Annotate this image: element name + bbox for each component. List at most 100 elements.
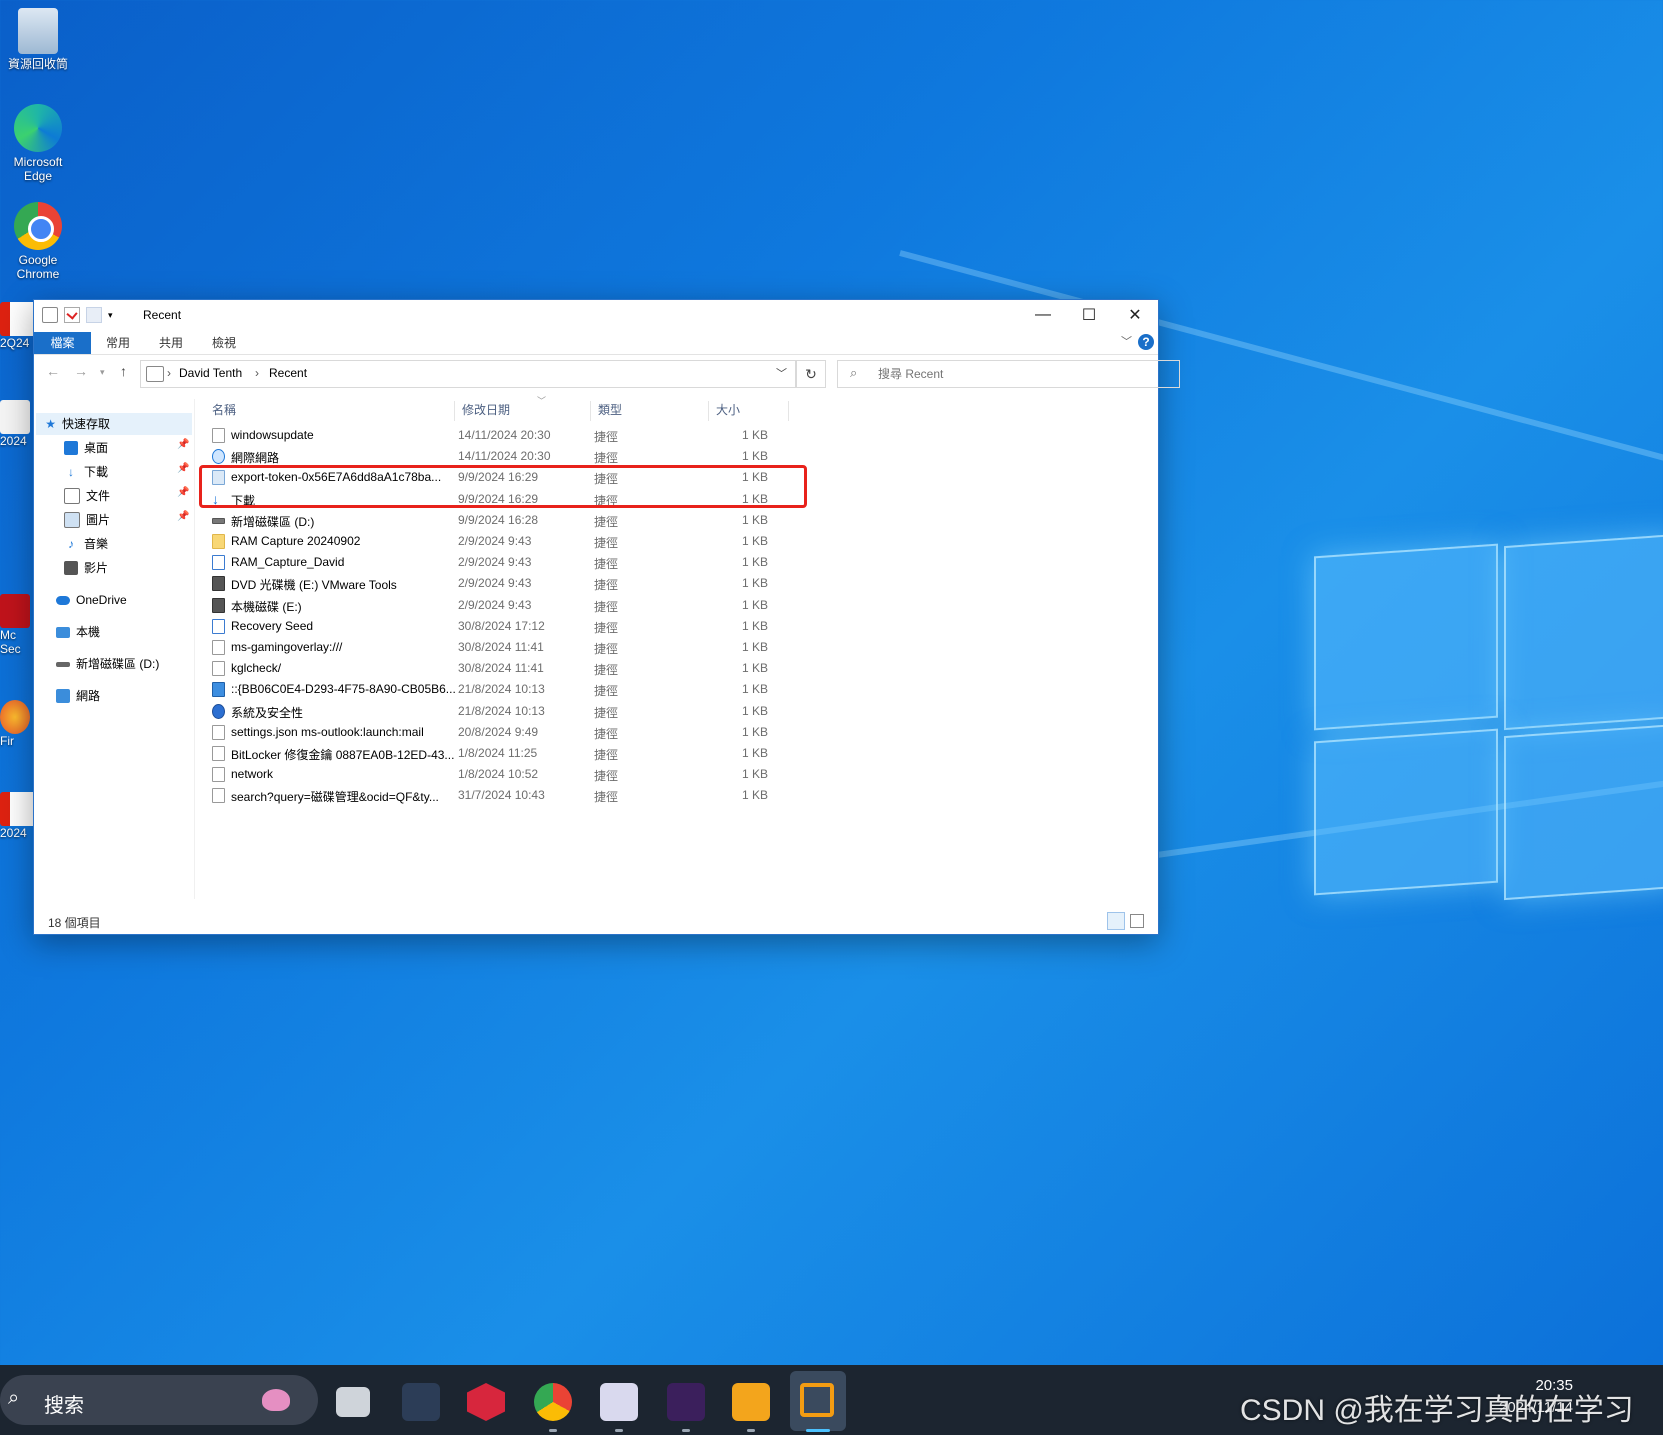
orange-pen-app-icon[interactable] bbox=[732, 1383, 770, 1421]
desktop-icon-partial[interactable]: 2024 bbox=[0, 792, 40, 840]
properties-icon[interactable] bbox=[64, 307, 80, 323]
file-row[interactable]: BitLocker 修復金鑰 0887EA0B-12ED-43... 1/8/20… bbox=[204, 743, 804, 764]
highlight-annotation-box bbox=[199, 465, 807, 508]
desktop-icon-partial[interactable]: 2024 bbox=[0, 400, 36, 448]
nav-item-quick-access[interactable]: ★ 快速存取 bbox=[36, 413, 192, 435]
desktop-icon-edge[interactable]: Microsoft Edge bbox=[0, 104, 76, 183]
expand-ribbon-chevron-icon[interactable]: ﹀ bbox=[1121, 333, 1132, 349]
column-separator[interactable] bbox=[708, 401, 709, 421]
nav-item-network[interactable]: 網路 bbox=[56, 685, 100, 707]
large-icons-view-icon[interactable] bbox=[1130, 914, 1144, 928]
file-row[interactable]: settings.json ms-outlook:launch:mail 20/8… bbox=[204, 722, 804, 743]
file-row[interactable]: network 1/8/2024 10:52 捷徑 1 KB bbox=[204, 764, 804, 785]
address-dropdown-chevron-icon[interactable]: ﹀ bbox=[776, 365, 787, 381]
file-date: 30/8/2024 17:12 bbox=[458, 618, 545, 633]
column-header-size[interactable]: 大小 bbox=[716, 399, 740, 421]
hexagon-app-icon[interactable] bbox=[467, 1383, 505, 1421]
star-icon: ★ bbox=[45, 417, 56, 431]
file-row[interactable]: search?query=磁碟管理&ocid=QF&ty... 31/7/2024… bbox=[204, 785, 804, 806]
file-row[interactable]: windowsupdate 14/11/2024 20:30 捷徑 1 KB bbox=[204, 425, 804, 446]
desktop-icon-partial[interactable]: 2Q24 bbox=[0, 302, 40, 350]
refresh-button[interactable]: ↻ bbox=[796, 360, 826, 388]
help-icon[interactable]: ? bbox=[1138, 334, 1154, 350]
tab-home[interactable]: 常用 bbox=[92, 332, 144, 354]
search-box[interactable]: ⌕ bbox=[837, 360, 1180, 388]
nav-label: 音樂 bbox=[84, 537, 109, 551]
breadcrumb-separator[interactable]: › bbox=[255, 366, 259, 380]
column-header-type[interactable]: 類型 bbox=[598, 399, 622, 421]
taskbar-search[interactable]: ⌕ 搜索 bbox=[0, 1375, 318, 1425]
file-size: 1 KB bbox=[741, 576, 768, 591]
close-button[interactable]: ✕ bbox=[1112, 300, 1158, 330]
breadcrumb-item[interactable]: David Tenth bbox=[179, 366, 242, 380]
desktop-icon-chrome[interactable]: Google Chrome bbox=[0, 202, 76, 281]
column-header-name[interactable]: 名稱 bbox=[212, 399, 236, 421]
file-size: 1 KB bbox=[741, 534, 768, 548]
file-name: RAM Capture 20240902 bbox=[231, 534, 361, 548]
file-row[interactable]: 本機磁碟 (E:) 2/9/2024 9:43 捷徑 1 KB bbox=[204, 595, 804, 616]
search-input[interactable] bbox=[876, 364, 1170, 384]
file-size: 1 KB bbox=[741, 703, 768, 718]
file-size: 1 KB bbox=[741, 597, 768, 612]
file-row[interactable]: 系統及安全性 21/8/2024 10:13 捷徑 1 KB bbox=[204, 701, 804, 722]
new-folder-icon[interactable] bbox=[86, 307, 102, 323]
nav-item-drive-d[interactable]: 新增磁碟區 (D:) bbox=[56, 653, 159, 675]
column-separator[interactable] bbox=[454, 401, 455, 421]
edge-icon bbox=[14, 104, 62, 152]
minimize-button[interactable]: — bbox=[1020, 300, 1066, 330]
breadcrumb-item[interactable]: Recent bbox=[269, 366, 307, 380]
desktop-icon-partial[interactable]: Fir bbox=[0, 700, 36, 748]
column-separator[interactable] bbox=[590, 401, 591, 421]
magnifier-app-icon[interactable] bbox=[600, 1383, 638, 1421]
nav-item-pictures[interactable]: 圖片 bbox=[64, 509, 110, 531]
file-row[interactable]: 新增磁碟區 (D:) 9/9/2024 16:28 捷徑 1 KB bbox=[204, 510, 804, 531]
back-arrow-icon[interactable]: ← bbox=[46, 363, 60, 379]
up-arrow-icon[interactable]: ↑ bbox=[120, 363, 127, 379]
vmware-app-button[interactable] bbox=[790, 1371, 846, 1431]
file-row[interactable]: ms-gamingoverlay:/// 30/8/2024 11:41 捷徑 1 K… bbox=[204, 637, 804, 658]
forward-arrow-icon[interactable]: → bbox=[74, 363, 88, 379]
file-type: 捷徑 bbox=[594, 536, 619, 550]
tab-file[interactable]: 檔案 bbox=[34, 332, 91, 354]
address-bar[interactable]: › David Tenth › Recent ﹀ bbox=[140, 360, 796, 388]
cat-app-icon[interactable] bbox=[402, 1383, 440, 1421]
nav-item-desktop[interactable]: 桌面 bbox=[64, 437, 108, 459]
column-header-date[interactable]: 修改日期 bbox=[462, 399, 510, 421]
vmware-icon bbox=[212, 576, 225, 592]
file-size: 1 KB bbox=[741, 449, 768, 464]
file-row[interactable]: RAM Capture 20240902 2/9/2024 9:43 捷徑 1 KB bbox=[204, 531, 804, 552]
desktop-icon-label: 2Q24 bbox=[0, 336, 30, 350]
nav-item-videos[interactable]: 影片 bbox=[64, 557, 108, 579]
maximize-button[interactable]: ☐ bbox=[1066, 300, 1112, 330]
file-row[interactable]: DVD 光碟機 (E:) VMware Tools 2/9/2024 9:43 捷徑… bbox=[204, 573, 804, 594]
nav-item-onedrive[interactable]: OneDrive bbox=[56, 589, 127, 611]
tab-view[interactable]: 檢視 bbox=[198, 332, 250, 354]
tab-share[interactable]: 共用 bbox=[145, 332, 197, 354]
file-row[interactable]: RAM_Capture_David 2/9/2024 9:43 捷徑 1 KB bbox=[204, 552, 804, 573]
firefox-icon bbox=[0, 700, 30, 734]
pen-app-icon[interactable] bbox=[667, 1383, 705, 1421]
nav-item-documents[interactable]: 文件 bbox=[64, 485, 110, 507]
nav-item-downloads[interactable]: ↓ 下載 bbox=[64, 461, 108, 483]
customize-qa-chevron-icon[interactable]: ▾ bbox=[108, 308, 116, 322]
file-name: BitLocker 修復金鑰 0887EA0B-12ED-43... bbox=[231, 748, 455, 762]
file-icon bbox=[212, 428, 225, 443]
desktop-icon-recycle-bin[interactable]: 資源回收筒 bbox=[0, 8, 76, 71]
file-row[interactable]: Recovery Seed 30/8/2024 17:12 捷徑 1 KB bbox=[204, 616, 804, 637]
nav-item-music[interactable]: ♪ 音樂 bbox=[64, 533, 108, 555]
column-separator[interactable] bbox=[788, 401, 789, 421]
file-row[interactable]: ::{BB06C0E4-D293-4F75-8A90-CB05B6... 21/8… bbox=[204, 679, 804, 700]
file-row[interactable]: kglcheck/30/8/2024 11:41 捷徑 1 KB bbox=[204, 658, 804, 679]
file-icon bbox=[0, 400, 30, 434]
task-view-icon[interactable] bbox=[336, 1387, 370, 1417]
chrome-icon[interactable] bbox=[534, 1383, 572, 1421]
search-icon: ⌕ bbox=[8, 1387, 20, 1409]
nav-label: 網路 bbox=[76, 689, 101, 703]
details-view-icon[interactable] bbox=[1107, 912, 1125, 930]
breadcrumb-separator: › bbox=[167, 366, 171, 380]
nav-item-this-pc[interactable]: 本機 bbox=[56, 621, 100, 643]
recent-locations-chevron-icon[interactable]: ▾ bbox=[100, 367, 105, 378]
file-icon bbox=[212, 640, 225, 655]
desktop-icon-partial[interactable]: Mc Sec bbox=[0, 594, 36, 656]
file-date: 21/8/2024 10:13 bbox=[458, 703, 545, 718]
